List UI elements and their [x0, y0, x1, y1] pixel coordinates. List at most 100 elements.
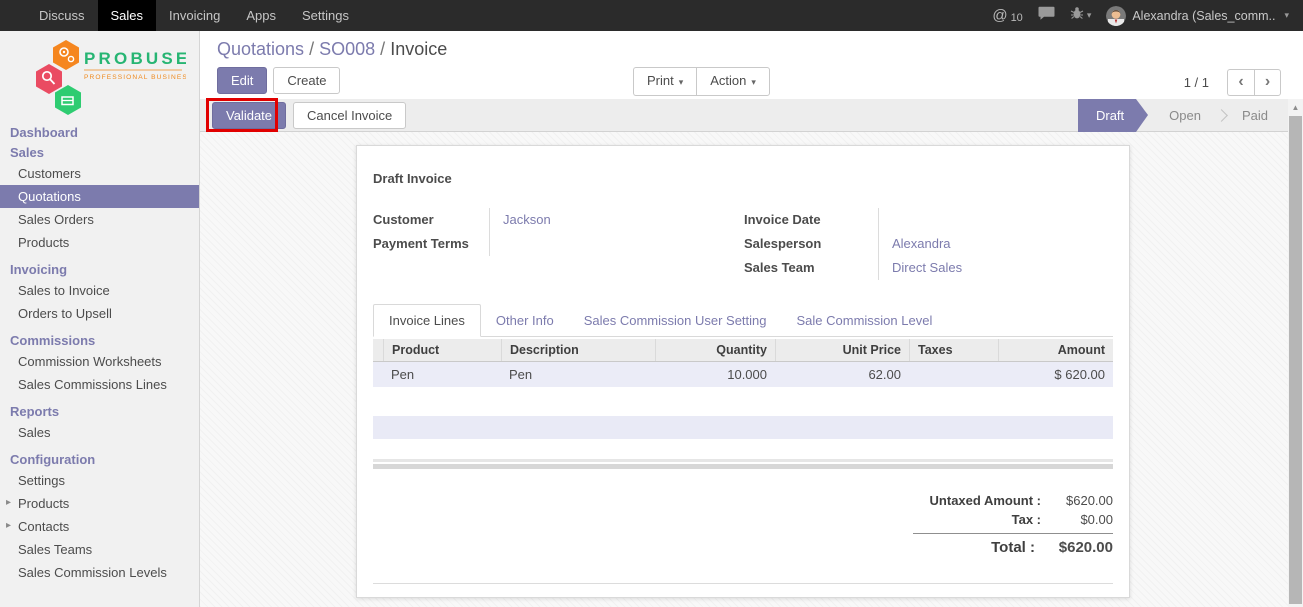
- expand-arrow-icon[interactable]: ▸: [6, 520, 11, 531]
- bug-icon: [1070, 6, 1084, 25]
- cell-unit-price: 62.00: [775, 362, 909, 387]
- tab-sale-commission-level[interactable]: Sale Commission Level: [782, 305, 948, 336]
- expand-arrow-icon[interactable]: ▸: [6, 497, 11, 508]
- sidebar-item-customers[interactable]: Customers: [0, 162, 199, 185]
- action-dropdown-button[interactable]: Action▾: [696, 67, 770, 96]
- action-buttons: Print▾ Action▾: [633, 67, 770, 96]
- field-sales-team: Sales Team Direct Sales: [744, 256, 1115, 280]
- payment-terms-label: Payment Terms: [373, 232, 489, 256]
- stage-paid[interactable]: Paid: [1229, 99, 1288, 132]
- sidebar-item-products[interactable]: Products: [0, 231, 199, 254]
- user-menu[interactable]: Alexandra (Sales_comm.. ▾: [1106, 6, 1289, 26]
- vertical-scrollbar[interactable]: ▲: [1288, 99, 1303, 607]
- table-row[interactable]: Pen Pen 10.000 62.00 $ 620.00: [373, 362, 1113, 387]
- field-payment-terms: Payment Terms: [373, 232, 718, 256]
- nav-app-apps[interactable]: Apps: [233, 0, 289, 31]
- header-taxes[interactable]: Taxes: [909, 339, 998, 361]
- pager-previous-button[interactable]: ‹: [1227, 69, 1254, 96]
- untaxed-amount-value: $620.00: [1041, 493, 1113, 508]
- status-pipeline: Draft Open Paid: [1078, 99, 1288, 132]
- cell-description: Pen: [501, 362, 655, 387]
- sheet-footer-divider: [373, 583, 1113, 584]
- tab-sales-commission-user-setting[interactable]: Sales Commission User Setting: [569, 305, 782, 336]
- mentions-counter[interactable]: @ 10: [992, 7, 1022, 24]
- sidebar-item-sales-commission-levels[interactable]: Sales Commission Levels: [0, 561, 199, 584]
- total-value: $620.00: [1035, 539, 1113, 556]
- stage-draft[interactable]: Draft: [1078, 99, 1136, 132]
- breadcrumb-quotations[interactable]: Quotations: [217, 39, 304, 59]
- sidebar-item-sales-teams[interactable]: Sales Teams: [0, 538, 199, 561]
- row-handle: [373, 362, 383, 387]
- app-menu: Discuss Sales Invoicing Apps Settings: [0, 0, 362, 31]
- sidebar-item-sales-orders[interactable]: Sales Orders: [0, 208, 199, 231]
- sales-team-label: Sales Team: [744, 256, 878, 280]
- tax-row: Tax : $0.00: [913, 510, 1113, 529]
- control-panel: Quotations / SO008 / Invoice Edit Create…: [200, 31, 1303, 99]
- header-product[interactable]: Product: [383, 339, 501, 361]
- sidebar-item-reports-sales[interactable]: Sales: [0, 421, 199, 444]
- nav-app-sales[interactable]: Sales: [98, 0, 157, 31]
- sidebar-heading-reports[interactable]: Reports: [0, 401, 199, 421]
- breadcrumb-so008[interactable]: SO008: [319, 39, 375, 59]
- salesperson-label: Salesperson: [744, 232, 878, 256]
- sales-team-value-link[interactable]: Direct Sales: [878, 256, 1115, 280]
- statusbar-buttons: Validate Cancel Invoice: [212, 102, 406, 129]
- nav-app-discuss[interactable]: Discuss: [26, 0, 98, 31]
- edit-button[interactable]: Edit: [217, 67, 267, 94]
- sidebar-heading-dashboard[interactable]: Dashboard: [0, 122, 199, 142]
- chevron-down-icon: ▾: [1284, 10, 1289, 21]
- sidebar-heading-commissions[interactable]: Commissions: [0, 330, 199, 350]
- invoice-date-label: Invoice Date: [744, 208, 878, 232]
- invoice-date-value[interactable]: [878, 208, 1115, 232]
- breadcrumb: Quotations / SO008 / Invoice: [217, 39, 447, 60]
- tax-label: Tax :: [1012, 512, 1041, 527]
- pager-value: 1 / 1: [1184, 75, 1209, 90]
- sidebar-item-contacts[interactable]: ▸Contacts: [0, 515, 199, 538]
- pager-next-button[interactable]: ›: [1254, 69, 1281, 96]
- scrollbar-up-arrow-icon[interactable]: ▲: [1288, 99, 1303, 116]
- header-description[interactable]: Description: [501, 339, 655, 361]
- header-unit-price[interactable]: Unit Price: [775, 339, 909, 361]
- stage-separator-icon: [1215, 109, 1228, 122]
- sidebar-heading-invoicing[interactable]: Invoicing: [0, 259, 199, 279]
- print-label: Print: [647, 73, 674, 88]
- field-group-left: Customer Jackson Payment Terms: [373, 208, 718, 256]
- breadcrumb-separator: /: [380, 39, 385, 59]
- header-amount[interactable]: Amount: [998, 339, 1113, 361]
- chevron-down-icon: ▾: [1087, 10, 1092, 21]
- sidebar-item-orders-to-upsell[interactable]: Orders to Upsell: [0, 302, 199, 325]
- field-invoice-date: Invoice Date: [744, 208, 1115, 232]
- nav-app-invoicing[interactable]: Invoicing: [156, 0, 233, 31]
- messages-button[interactable]: [1038, 6, 1055, 25]
- debug-menu-button[interactable]: ▾: [1070, 6, 1092, 25]
- total-label: Total :: [991, 539, 1035, 556]
- nav-app-settings[interactable]: Settings: [289, 0, 362, 31]
- cancel-invoice-button[interactable]: Cancel Invoice: [293, 102, 406, 129]
- untaxed-amount-label: Untaxed Amount :: [930, 493, 1041, 508]
- print-dropdown-button[interactable]: Print▾: [633, 67, 696, 96]
- tab-other-info[interactable]: Other Info: [481, 305, 569, 336]
- sidebar-item-quotations[interactable]: Quotations: [0, 185, 199, 208]
- payment-terms-value[interactable]: [489, 232, 718, 256]
- customer-label: Customer: [373, 208, 489, 232]
- row-handle-column: [373, 339, 383, 361]
- validate-button[interactable]: Validate: [212, 102, 286, 129]
- sidebar-item-commission-worksheets[interactable]: Commission Worksheets: [0, 350, 199, 373]
- customer-value-link[interactable]: Jackson: [489, 208, 718, 232]
- sidebar-item-sales-commissions-lines[interactable]: Sales Commissions Lines: [0, 373, 199, 396]
- header-quantity[interactable]: Quantity: [655, 339, 775, 361]
- horizontal-scrollbar[interactable]: [373, 459, 1113, 469]
- sidebar-heading-configuration[interactable]: Configuration: [0, 449, 199, 469]
- untaxed-amount-row: Untaxed Amount : $620.00: [913, 491, 1113, 510]
- sidebar-item-settings[interactable]: Settings: [0, 469, 199, 492]
- salesperson-value-link[interactable]: Alexandra: [878, 232, 1115, 256]
- field-customer: Customer Jackson: [373, 208, 718, 232]
- tab-invoice-lines[interactable]: Invoice Lines: [373, 304, 481, 337]
- scrollbar-thumb[interactable]: [1289, 116, 1302, 604]
- empty-list-strip: [373, 416, 1113, 439]
- sidebar-item-sales-to-invoice[interactable]: Sales to Invoice: [0, 279, 199, 302]
- stage-open[interactable]: Open: [1156, 99, 1214, 132]
- create-button[interactable]: Create: [273, 67, 340, 94]
- sidebar-heading-sales[interactable]: Sales: [0, 142, 199, 162]
- sidebar-item-config-products[interactable]: ▸Products: [0, 492, 199, 515]
